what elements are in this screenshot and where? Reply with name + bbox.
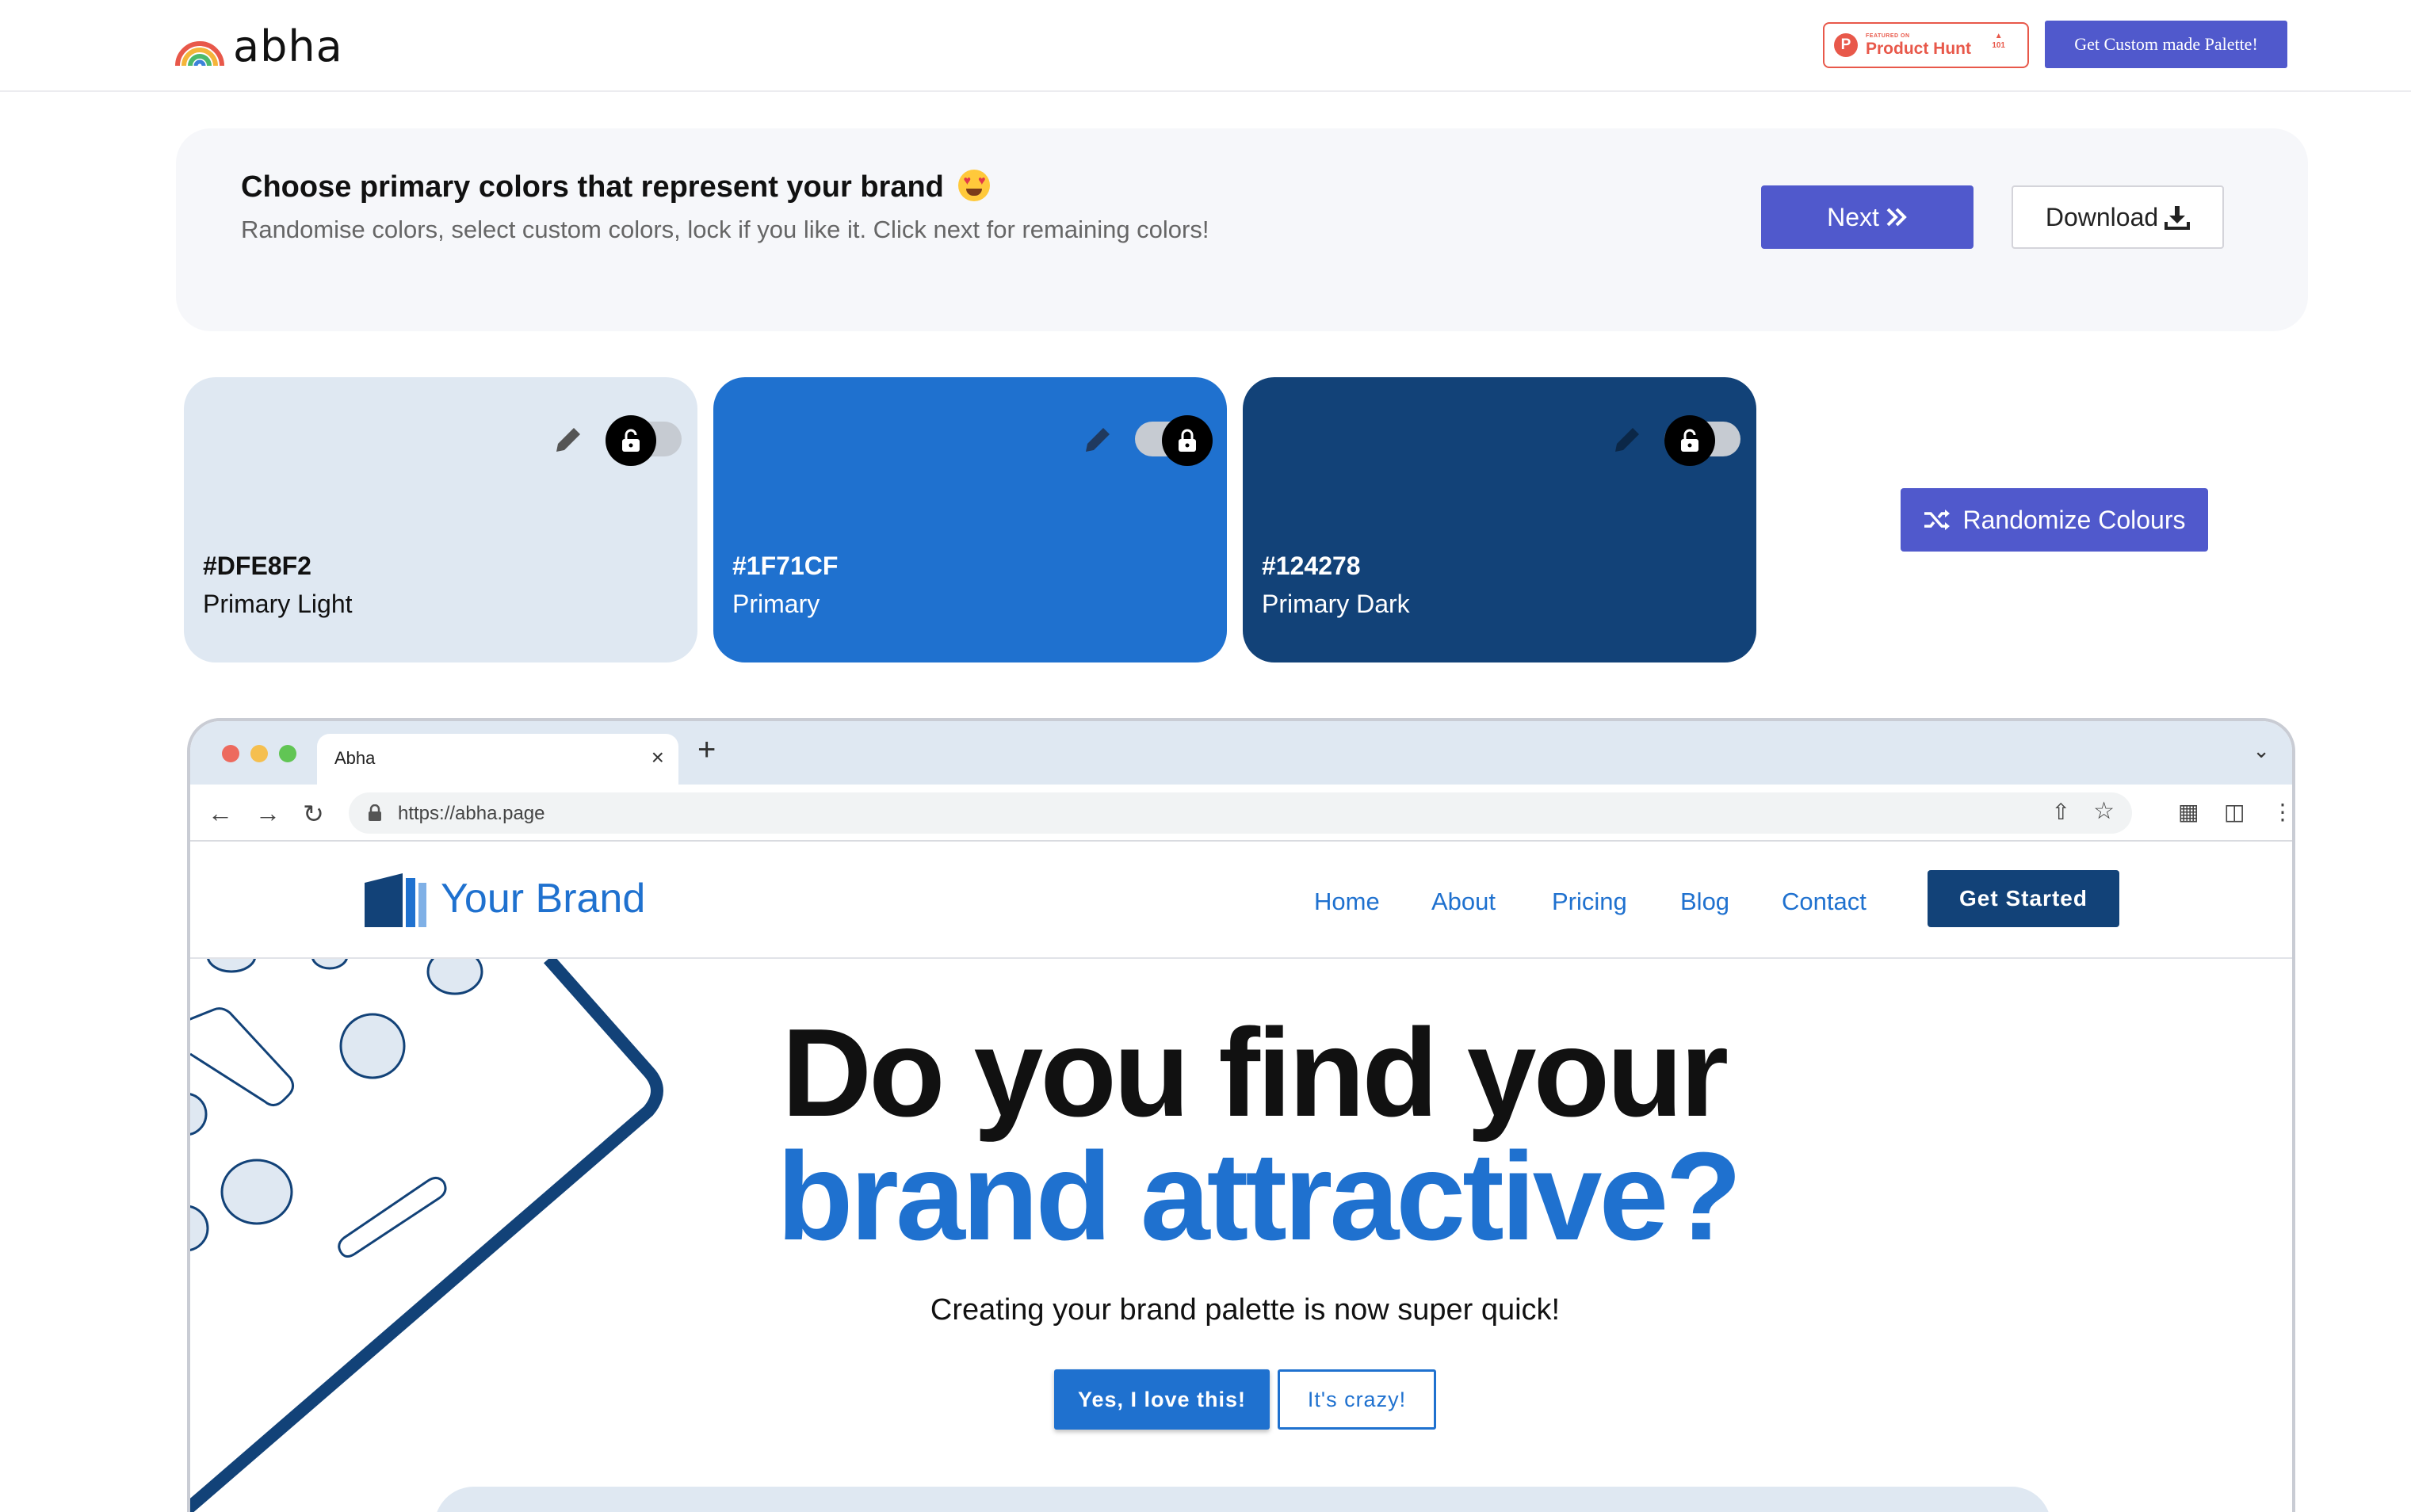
hero-headline-line2: brand attractive?	[777, 1127, 1742, 1266]
edit-pencil-icon[interactable]	[1081, 422, 1116, 456]
locked-padlock-icon	[1179, 429, 1196, 452]
heart-eyes-emoji-icon	[958, 170, 991, 201]
logo-text: abha	[233, 21, 343, 71]
tab-close-icon[interactable]: ×	[651, 745, 664, 770]
ph-votes: ▲ 101	[1992, 32, 2005, 51]
top-bar: abha P FEATURED ON Product Hunt ▲ 101 Ge…	[0, 0, 2411, 92]
swatch-name: Primary Light	[203, 590, 353, 618]
tab-search-chevron-icon[interactable]: ⌄	[2252, 739, 2270, 763]
nav-home[interactable]: Home	[1314, 888, 1380, 916]
panel-title-text: Choose primary colors that represent you…	[241, 170, 944, 204]
product-hunt-icon: P	[1834, 33, 1858, 57]
panel-title: Choose primary colors that represent you…	[241, 170, 991, 204]
back-arrow-icon[interactable]: ←	[208, 799, 233, 828]
edit-pencil-icon[interactable]	[1611, 422, 1645, 456]
extensions-puzzle-icon[interactable]: ▦	[2178, 799, 2199, 825]
upvote-arrow-icon: ▲	[1994, 32, 2003, 40]
download-icon	[2165, 206, 2191, 230]
get-started-button[interactable]: Get Started	[1928, 870, 2119, 927]
browser-address-bar: ← → ↻ https://abha.page ⇧ ☆ ▦ ◫ ⋮	[190, 785, 2292, 842]
next-label: Next	[1827, 202, 1879, 231]
url-text: https://abha.page	[398, 803, 545, 824]
yes-love-this-button[interactable]: Yes, I love this!	[1054, 1369, 1270, 1430]
browser-tab-bar: Abha × + ⌄	[190, 721, 2292, 785]
its-crazy-button[interactable]: It's crazy!	[1278, 1369, 1436, 1430]
minimize-window-dot[interactable]	[250, 745, 268, 762]
panel-subtitle: Randomise colors, select custom colors, …	[241, 216, 1209, 243]
bottom-section-pill	[434, 1487, 2051, 1512]
unlocked-padlock-icon	[622, 429, 640, 452]
ph-product-hunt-label: Product Hunt	[1866, 40, 1971, 58]
tab-title: Abha	[334, 748, 376, 768]
product-hunt-badge[interactable]: P FEATURED ON Product Hunt ▲ 101	[1823, 22, 2029, 68]
maximize-window-dot[interactable]	[279, 745, 296, 762]
lock-icon	[369, 804, 381, 821]
abha-logo[interactable]: abha	[173, 21, 343, 71]
reload-icon[interactable]: ↻	[303, 799, 324, 829]
lock-toggle[interactable]	[606, 415, 682, 466]
swatch-hex[interactable]: #124278	[1262, 552, 1361, 581]
nav-blog[interactable]: Blog	[1680, 888, 1729, 916]
rainbow-logo-icon	[175, 41, 224, 67]
nav-about[interactable]: About	[1431, 888, 1496, 916]
site-header: Your Brand Home About Pricing Blog Conta…	[190, 842, 2292, 959]
url-input[interactable]: https://abha.page ⇧ ☆	[349, 792, 2132, 834]
bookmark-star-icon[interactable]: ☆	[2093, 797, 2115, 825]
randomize-colours-button[interactable]: Randomize Colours	[1901, 488, 2208, 552]
more-menu-icon[interactable]: ⋮	[2272, 799, 2292, 825]
lock-toggle[interactable]	[1664, 415, 1740, 466]
download-button[interactable]: Download	[2012, 185, 2224, 249]
shuffle-icon	[1924, 510, 1951, 530]
swatch-primary-dark[interactable]: #124278 Primary Dark	[1243, 377, 1756, 662]
swatch-name: Primary Dark	[1262, 590, 1410, 618]
download-label: Download	[2045, 202, 2159, 231]
new-tab-icon[interactable]: +	[697, 732, 716, 768]
ph-vote-count: 101	[1992, 41, 2005, 50]
brand-logo-icon	[365, 873, 426, 927]
close-window-dot[interactable]	[222, 745, 239, 762]
edit-pencil-icon[interactable]	[552, 422, 587, 456]
swatch-primary[interactable]: #1F71CF Primary	[713, 377, 1227, 662]
swatch-hex[interactable]: #1F71CF	[732, 552, 838, 581]
forward-arrow-icon[interactable]: →	[255, 799, 281, 828]
intro-panel: Choose primary colors that represent you…	[176, 128, 2308, 331]
swatch-name: Primary	[732, 590, 820, 618]
hero-subtitle: Creating your brand palette is now super…	[930, 1293, 1561, 1327]
next-button[interactable]: Next	[1761, 185, 1974, 249]
lock-toggle[interactable]	[1135, 415, 1213, 466]
double-chevron-right-icon	[1886, 208, 1907, 227]
nav-pricing[interactable]: Pricing	[1552, 888, 1627, 916]
ph-featured-label: FEATURED ON	[1866, 33, 1910, 39]
get-custom-palette-button[interactable]: Get Custom made Palette!	[2045, 21, 2287, 68]
browser-tab[interactable]: Abha ×	[317, 734, 678, 785]
side-panel-icon[interactable]: ◫	[2224, 799, 2245, 825]
brand-name[interactable]: Your Brand	[441, 875, 645, 922]
browser-preview: Abha × + ⌄ ← → ↻ https://abha.page ⇧ ☆ ▦…	[187, 718, 2295, 1512]
swatch-primary-light[interactable]: #DFE8F2 Primary Light	[184, 377, 697, 662]
decorative-pattern	[190, 959, 663, 1512]
nav-contact[interactable]: Contact	[1782, 888, 1867, 916]
share-icon[interactable]: ⇧	[2052, 799, 2070, 825]
hero-headline-line1: Do you find your	[781, 1003, 1729, 1143]
unlocked-padlock-icon	[1681, 429, 1698, 452]
randomize-label: Randomize Colours	[1962, 505, 2186, 534]
swatch-hex[interactable]: #DFE8F2	[203, 552, 311, 581]
